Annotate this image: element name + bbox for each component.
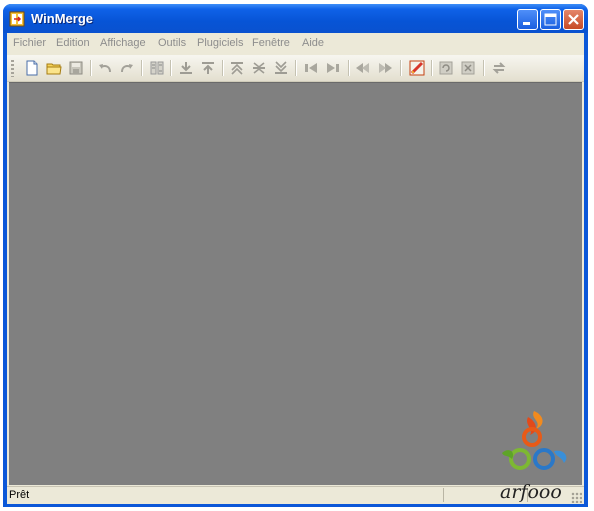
copy-right-icon[interactable]	[325, 60, 341, 76]
maximize-button[interactable]	[540, 9, 561, 30]
first-diff-icon[interactable]	[229, 60, 245, 76]
next-diff-icon[interactable]	[178, 60, 194, 76]
merge-mode-icon[interactable]	[149, 60, 165, 76]
minimize-button[interactable]	[517, 9, 538, 30]
toolbar	[7, 55, 584, 82]
menu-plugiciels[interactable]: Plugiciels	[197, 37, 243, 49]
current-diff-icon[interactable]	[251, 60, 267, 76]
maximize-icon	[544, 13, 557, 26]
toolbar-separator	[141, 60, 143, 76]
winmerge-app-icon[interactable]	[9, 11, 25, 27]
toolbar-grip[interactable]	[11, 60, 14, 77]
close-icon	[568, 14, 579, 25]
rescan-icon[interactable]	[460, 60, 476, 76]
menu-aide[interactable]: Aide	[302, 37, 324, 49]
status-text: Prêt	[9, 489, 30, 501]
window-title: WinMerge	[31, 11, 93, 26]
menu-edition[interactable]: Edition	[56, 37, 90, 49]
arfooo-logo: arfooo	[500, 411, 567, 503]
minimize-icon	[523, 22, 530, 25]
toolbar-separator	[295, 60, 297, 76]
copy-left-icon[interactable]	[303, 60, 319, 76]
open-folder-icon[interactable]	[46, 60, 62, 76]
toolbar-separator	[170, 60, 172, 76]
toolbar-separator	[222, 60, 224, 76]
toolbar-separator	[483, 60, 485, 76]
new-document-icon[interactable]	[24, 60, 40, 76]
redo-icon[interactable]	[119, 60, 135, 76]
logo-text: arfooo	[500, 481, 562, 503]
undo-icon[interactable]	[97, 60, 113, 76]
menu-affichage[interactable]: Affichage	[100, 37, 146, 49]
swap-panes-icon[interactable]	[491, 60, 507, 76]
copy-all-left-icon[interactable]	[355, 60, 371, 76]
options-icon[interactable]	[409, 60, 425, 76]
menu-fenetre[interactable]: Fenêtre	[252, 37, 290, 49]
toolbar-separator	[400, 60, 402, 76]
close-button[interactable]	[563, 9, 584, 30]
toolbar-separator	[431, 60, 433, 76]
toolbar-separator	[348, 60, 350, 76]
toolbar-separator	[90, 60, 92, 76]
status-pane-divider	[443, 488, 444, 502]
menu-bar: Fichier Edition Affichage Outils Plugici…	[7, 33, 584, 55]
last-diff-icon[interactable]	[273, 60, 289, 76]
copy-all-right-icon[interactable]	[377, 60, 393, 76]
menu-fichier[interactable]: Fichier	[13, 37, 46, 49]
refresh-icon[interactable]	[438, 60, 454, 76]
prev-diff-icon[interactable]	[200, 60, 216, 76]
menu-outils[interactable]: Outils	[158, 37, 186, 49]
title-bar[interactable]: WinMerge	[3, 4, 588, 33]
save-icon[interactable]	[68, 60, 84, 76]
